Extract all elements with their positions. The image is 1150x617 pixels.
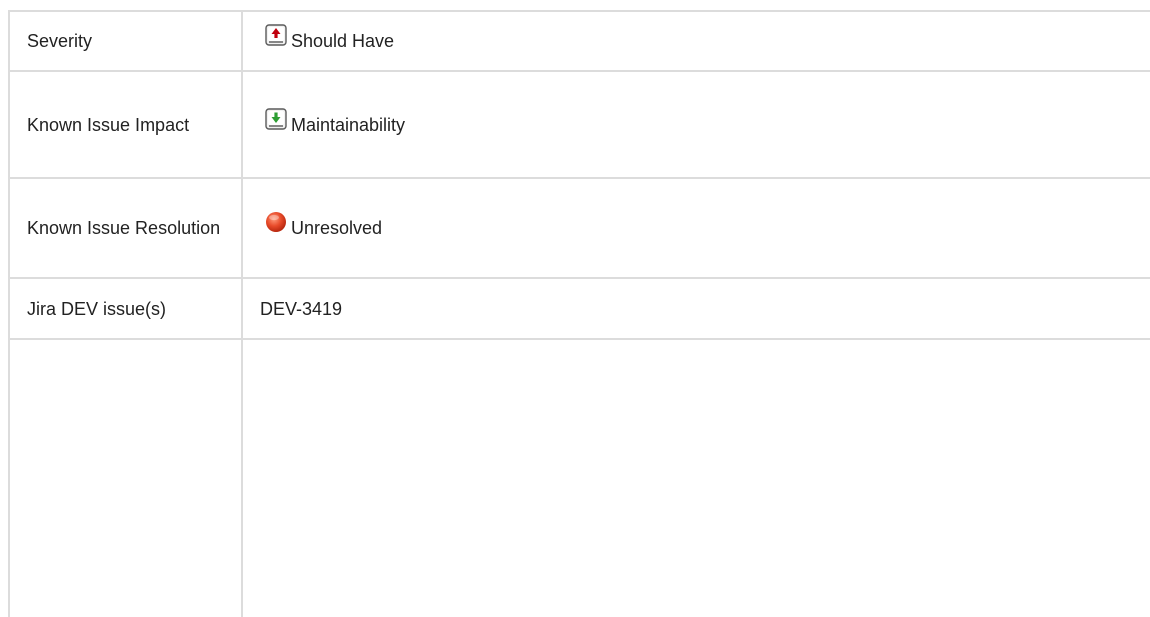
jira-value-cell: DEV-3419 [251, 279, 1150, 338]
impact-label: Known Issue Impact [27, 114, 190, 135]
resolution-value-cell: Unresolved [251, 179, 1150, 277]
table-left-border [8, 12, 10, 617]
red-circle-status-icon [265, 211, 287, 233]
table-row-severity: Severity Should Have [8, 12, 1150, 72]
impact-label-cell: Known Issue Impact [18, 72, 238, 177]
priority-down-green-icon [265, 107, 287, 130]
impact-value: Maintainability [291, 114, 406, 135]
properties-table: Severity Should Have Known Issue Impact [0, 0, 1150, 617]
jira-issue-value: DEV-3419 [260, 298, 343, 319]
table-row-known-issue-impact: Known Issue Impact Maintainability [8, 72, 1150, 179]
jira-label: Jira DEV issue(s) [27, 298, 167, 319]
severity-label-cell: Severity [18, 12, 238, 70]
severity-value-cell: Should Have [251, 12, 1150, 70]
column-divider [241, 12, 243, 617]
empty-label-cell [18, 340, 238, 617]
impact-value-cell: Maintainability [251, 72, 1150, 177]
priority-up-red-icon [265, 24, 287, 46]
empty-value-cell [251, 340, 1150, 617]
severity-value: Should Have [291, 31, 395, 51]
jira-label-cell: Jira DEV issue(s) [18, 279, 238, 338]
table-row-jira-dev-issues: Jira DEV issue(s) DEV-3419 [8, 279, 1150, 340]
table-row-known-issue-resolution: Known Issue Resolution Unresolved [8, 179, 1150, 279]
resolution-value: Unresolved [291, 218, 383, 238]
severity-label: Severity [27, 31, 93, 51]
resolution-label: Known Issue Resolution [27, 218, 221, 238]
resolution-label-cell: Known Issue Resolution [18, 179, 238, 277]
table-row-empty [8, 340, 1150, 617]
